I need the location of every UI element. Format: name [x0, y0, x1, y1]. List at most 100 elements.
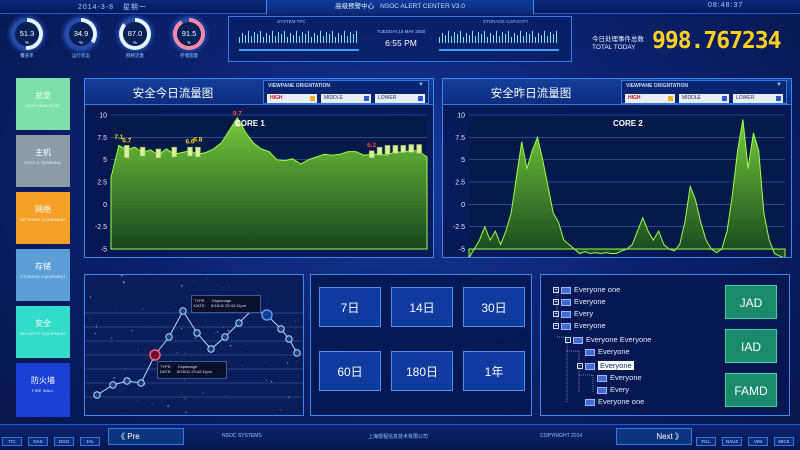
tree-node[interactable]: Everyone one [577, 397, 644, 406]
tree-node[interactable]: − Everyone Everyone [565, 335, 651, 344]
high-toggle[interactable]: HIGH [267, 94, 317, 103]
side-button-famd[interactable]: FAMD [725, 373, 777, 407]
tick-mark [502, 32, 503, 43]
footer-tab-fill[interactable]: FILL [696, 437, 716, 446]
side-button-iad[interactable]: IAD [725, 329, 777, 363]
star-dot [121, 280, 123, 281]
toggle-indicator [776, 96, 781, 101]
footer-tab-tic[interactable]: TIC [2, 437, 22, 446]
expand-icon[interactable]: + [553, 311, 559, 318]
footer-tab-das[interactable]: DAS [28, 437, 48, 446]
tree-node[interactable]: − Everyone [577, 361, 634, 370]
range-button-2[interactable]: 30日 [463, 287, 525, 327]
tree-node[interactable]: + Everyone [553, 321, 606, 330]
star-dot [88, 318, 90, 320]
prev-button[interactable]: 《 Pre [108, 428, 184, 445]
side-button-jad[interactable]: JAD [725, 285, 777, 319]
star-dot [271, 381, 273, 383]
tick-mark [278, 32, 279, 43]
gauge-label: 存储容量 [180, 53, 198, 58]
nav-item-3[interactable]: 存储 STORAGE EQUIPMENT [16, 249, 70, 301]
range-button-3[interactable]: 60日 [319, 351, 381, 391]
tick-mark [469, 35, 470, 43]
middle-toggle[interactable]: MIDDLE [679, 94, 729, 103]
tick-mark [314, 33, 315, 43]
folder-icon [573, 336, 583, 344]
chevron-left-icon: 《 [117, 432, 125, 441]
tree-node[interactable]: + Every [553, 309, 593, 318]
range-button-0[interactable]: 7日 [319, 287, 381, 327]
expand-icon[interactable]: + [553, 287, 559, 294]
candle-bar [368, 150, 375, 159]
viewpane-title: VIEWPANE ORIGNTATION [268, 83, 330, 89]
star-dot [182, 346, 183, 348]
event-node [285, 335, 293, 343]
tick-mark [508, 31, 509, 43]
star-dot [137, 348, 139, 350]
tree-node[interactable]: + Everyone [553, 297, 606, 306]
star-dot [279, 409, 281, 411]
collapse-icon[interactable]: − [577, 363, 583, 370]
tick-mark [335, 37, 336, 43]
tree-node[interactable]: Everyone [589, 373, 642, 382]
star-dot [229, 285, 231, 287]
star-dot [183, 379, 185, 381]
range-button-1[interactable]: 14日 [391, 287, 453, 327]
next-button[interactable]: Next 》 [616, 428, 692, 445]
star-dot [206, 277, 208, 279]
event-node [277, 325, 285, 333]
nav-item-1[interactable]: 主机 HOST & TERMINAL [16, 135, 70, 187]
star-dot [202, 314, 204, 316]
event-node [93, 391, 101, 399]
candle-bar [400, 145, 407, 153]
footer-tab-vim[interactable]: VIM [748, 437, 768, 446]
nav-item-0[interactable]: 总览 DATA MAIN BASE [16, 78, 70, 130]
tick-mark [493, 35, 494, 43]
footer-tab-dgo[interactable]: DGO [54, 437, 74, 446]
star-dot [280, 323, 281, 325]
high-toggle[interactable]: HIGH [625, 94, 675, 103]
footer-tab-mick[interactable]: MICK [774, 437, 794, 446]
footer-tab-nauz[interactable]: NAUZ [722, 437, 742, 446]
middle-toggle[interactable]: MIDDLE [321, 94, 371, 103]
tick-mark [451, 36, 452, 43]
tick-mark [353, 34, 354, 43]
chevron-down-icon[interactable]: ▼ [776, 82, 782, 88]
gauge-unit: % [186, 40, 191, 45]
candle-bar [187, 146, 193, 157]
tick-mark [287, 37, 288, 43]
expand-icon[interactable]: + [553, 323, 559, 330]
tick-mark [242, 33, 243, 43]
nav-item-4[interactable]: 安全 SECURITY EQUIPMENT [16, 306, 70, 358]
expand-icon[interactable]: + [553, 299, 559, 306]
tick-mark [514, 33, 515, 43]
lower-toggle[interactable]: LOWER [733, 94, 783, 103]
footer-tab-jal[interactable]: JAL [80, 437, 100, 446]
range-button-5[interactable]: 1年 [463, 351, 525, 391]
tree-node[interactable]: Every [589, 385, 629, 394]
collapse-icon[interactable]: − [565, 337, 571, 344]
nav-item-2[interactable]: 网络 NETWORK EQUIPMENT [16, 192, 70, 244]
tick-mark [535, 37, 536, 43]
nav-item-label: 网络 [35, 205, 51, 214]
y-tick-label: 5 [103, 157, 107, 164]
lower-toggle[interactable]: LOWER [375, 94, 425, 103]
tick-mark [338, 33, 339, 43]
toggle-indicator [310, 96, 315, 101]
nav-item-5[interactable]: 防火墙 FIRE WALL [16, 363, 70, 417]
star-dot [183, 397, 185, 399]
tick-mark [556, 31, 557, 43]
tree-node[interactable]: + Everyone one [553, 285, 620, 294]
star-dot [227, 329, 230, 332]
star-dot [112, 377, 114, 380]
data-label: 9.7 [233, 111, 242, 118]
tick-mark [347, 36, 348, 43]
gauge: 51.3% 覆盖率 [6, 18, 48, 59]
tick-mark [529, 34, 530, 43]
nav-item-label: 安全 [35, 319, 51, 328]
range-button-4[interactable]: 180日 [391, 351, 453, 391]
chevron-down-icon[interactable]: ▼ [418, 82, 424, 88]
folder-icon [561, 322, 571, 330]
event-node [235, 319, 243, 327]
tree-node[interactable]: Everyone [577, 347, 630, 356]
